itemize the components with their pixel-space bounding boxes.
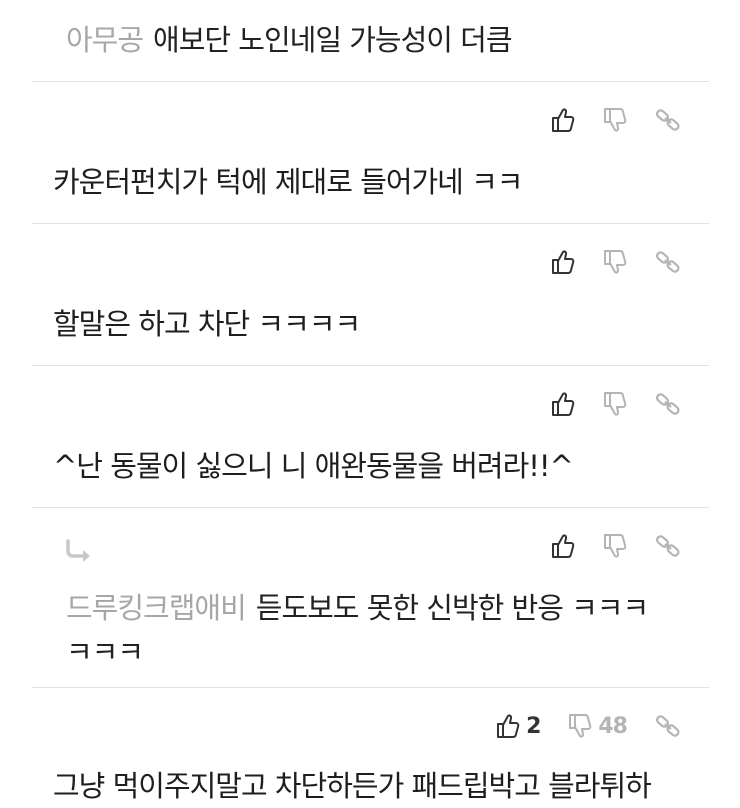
comment-actions (551, 528, 681, 564)
divider (32, 687, 709, 688)
upvote-count: 2 (526, 713, 541, 739)
thumbs-down-icon (604, 108, 627, 132)
share-link-button[interactable] (655, 713, 681, 739)
share-link-button[interactable] (655, 391, 681, 417)
divider (32, 365, 709, 366)
thumbs-up-icon (552, 534, 575, 558)
thumbs-down-icon (604, 534, 627, 558)
comment-actions (551, 244, 681, 280)
comment-text: ^난 동물이 싫으니 니 애완동물을 버려라!!^ (53, 449, 574, 483)
share-link-button[interactable] (655, 107, 681, 133)
comment-nickname[interactable]: 아무공 (66, 23, 144, 57)
thumbs-down-icon (569, 714, 592, 738)
thumbs-up-button[interactable] (551, 391, 575, 417)
share-link-button[interactable] (655, 249, 681, 275)
link-icon (655, 535, 680, 557)
link-icon (655, 393, 680, 415)
comment-actions: 2 48 (496, 708, 681, 744)
comment-0: 아무공 애보단 노인네일 가능성이 더큼 (66, 18, 513, 62)
reply-arrow-icon (66, 539, 90, 562)
thumbs-down-icon (604, 392, 627, 416)
thumbs-up-icon (497, 714, 520, 738)
reply-comment: 드루킹크랩애비 듣도보도 못한 신박한 반응 ㅋㅋㅋ ㅋㅋㅋ (66, 586, 676, 674)
divider (32, 507, 709, 508)
comment-text: 카운터펀치가 턱에 제대로 들어가네 ㅋㅋ (53, 165, 523, 199)
link-icon (655, 109, 680, 131)
link-icon (655, 251, 680, 273)
share-link-button[interactable] (655, 533, 681, 559)
divider (32, 81, 709, 82)
comment-text: 할말은 하고 차단 ㅋㅋㅋㅋ (53, 307, 361, 341)
comment-text: 애보단 노인네일 가능성이 더큼 (153, 23, 512, 57)
link-icon (655, 715, 680, 737)
thumbs-up-icon (552, 392, 575, 416)
thumbs-down-button[interactable] (603, 249, 627, 275)
thumbs-down-button[interactable] (603, 391, 627, 417)
comment-actions (551, 386, 681, 422)
downvote-count: 48 (598, 713, 628, 739)
thumbs-down-button[interactable] (603, 533, 627, 559)
thumbs-down-icon (604, 250, 627, 274)
divider (32, 223, 709, 224)
thumbs-up-icon (552, 250, 575, 274)
thumbs-up-button[interactable] (551, 533, 575, 559)
thumbs-up-button[interactable]: 2 (496, 713, 541, 739)
comment-actions (551, 102, 681, 138)
thumbs-down-button[interactable]: 48 (568, 713, 628, 739)
thumbs-up-button[interactable] (551, 107, 575, 133)
comment-text: 그냥 먹이주지말고 차단하든가 패드립박고 블라튀하 (53, 769, 652, 803)
comment-list: 아무공 애보단 노인네일 가능성이 더큼 카운터펀치가 턱에 제대로 들어가네 ㅋ… (0, 0, 740, 806)
comment-nickname[interactable]: 드루킹크랩애비 (66, 591, 247, 625)
thumbs-up-button[interactable] (551, 249, 575, 275)
thumbs-up-icon (552, 108, 575, 132)
thumbs-down-button[interactable] (603, 107, 627, 133)
